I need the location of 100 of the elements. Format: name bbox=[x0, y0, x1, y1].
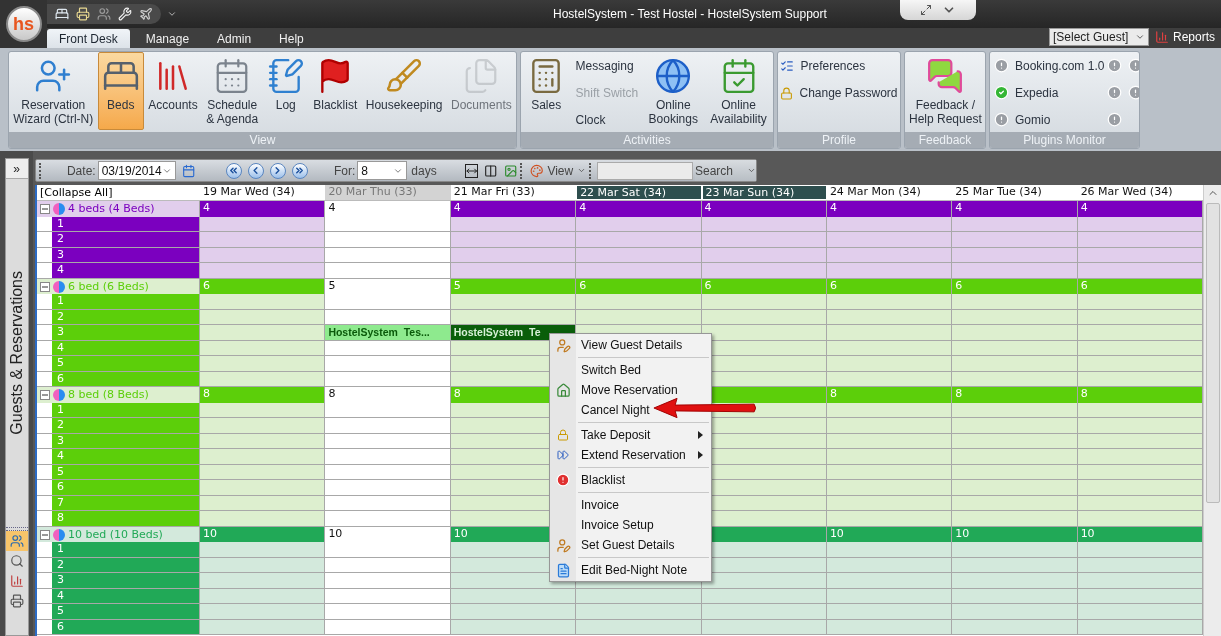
bed-night-cell[interactable] bbox=[576, 263, 702, 279]
plane-icon[interactable] bbox=[139, 7, 153, 21]
bed-night-cell[interactable] bbox=[325, 604, 451, 620]
previous-button[interactable] bbox=[247, 162, 264, 179]
bed-night-cell[interactable] bbox=[200, 511, 326, 527]
ribbon-button[interactable]: Sales bbox=[523, 52, 570, 130]
ribbon-tab[interactable]: Help bbox=[267, 29, 316, 48]
menu-item[interactable]: Blacklist bbox=[550, 470, 625, 490]
bed-night-cell[interactable] bbox=[1077, 449, 1203, 465]
ribbon-button[interactable]: Feedback / Help Request bbox=[905, 52, 985, 130]
bed-night-cell[interactable] bbox=[200, 542, 326, 558]
bed-night-cell[interactable] bbox=[450, 604, 577, 620]
bed-night-cell[interactable] bbox=[200, 325, 326, 341]
bed-night-cell[interactable] bbox=[826, 604, 953, 620]
bed-night-cell[interactable] bbox=[325, 356, 451, 372]
last-page-button[interactable] bbox=[291, 162, 308, 179]
bed-night-cell[interactable] bbox=[826, 356, 953, 372]
bed-night-cell[interactable] bbox=[1077, 325, 1203, 341]
ribbon-small-button[interactable]: Preferences bbox=[780, 56, 898, 76]
ribbon-button[interactable]: Online Bookings bbox=[644, 52, 702, 130]
bed-night-cell[interactable] bbox=[952, 294, 1078, 310]
bed-night-cell[interactable] bbox=[952, 604, 1078, 620]
bed-night-cell[interactable] bbox=[1077, 573, 1203, 589]
bed-night-cell[interactable] bbox=[325, 480, 451, 496]
bed-night-cell[interactable] bbox=[952, 325, 1078, 341]
guest-select[interactable]: [Select Guest] bbox=[1048, 28, 1149, 46]
reservation-bar[interactable]: HostelSystem Tes... bbox=[325, 325, 451, 341]
bed-night-cell[interactable] bbox=[325, 232, 451, 248]
collapse-all-link[interactable]: [Collapse All] bbox=[37, 185, 200, 200]
bed-night-cell[interactable] bbox=[826, 325, 953, 341]
bed-night-cell[interactable] bbox=[325, 263, 451, 279]
ribbon-collapse-tab[interactable] bbox=[899, 0, 976, 20]
bed-night-cell[interactable] bbox=[952, 449, 1078, 465]
collapse-icon[interactable] bbox=[40, 204, 50, 215]
bed-night-cell[interactable] bbox=[1077, 263, 1203, 279]
ribbon-small-button[interactable]: Change Password bbox=[780, 83, 898, 103]
first-page-button[interactable] bbox=[225, 162, 242, 179]
bed-night-cell[interactable] bbox=[450, 263, 577, 279]
bed-night-cell[interactable] bbox=[576, 604, 702, 620]
bed-night-cell[interactable] bbox=[701, 232, 827, 248]
bed-night-cell[interactable] bbox=[952, 356, 1078, 372]
bed-night-cell[interactable] bbox=[701, 604, 827, 620]
bed-night-cell[interactable] bbox=[701, 573, 827, 589]
view-dropdown[interactable]: View bbox=[547, 161, 587, 180]
ribbon-button[interactable]: Housekeeping bbox=[361, 52, 447, 130]
panel-tab[interactable] bbox=[5, 531, 28, 551]
bed-night-cell[interactable] bbox=[325, 294, 451, 310]
bed-night-cell[interactable] bbox=[200, 480, 326, 496]
bed-night-cell[interactable] bbox=[826, 480, 953, 496]
ribbon-small-button[interactable]: Clock bbox=[575, 110, 639, 130]
bed-night-cell[interactable] bbox=[325, 418, 451, 434]
bed-night-cell[interactable] bbox=[952, 573, 1078, 589]
bed-night-cell[interactable] bbox=[701, 263, 827, 279]
bed-night-cell[interactable] bbox=[952, 511, 1078, 527]
menu-item[interactable]: Invoice bbox=[550, 495, 620, 515]
bed-night-cell[interactable] bbox=[1077, 418, 1203, 434]
bed-icon[interactable] bbox=[55, 7, 69, 21]
bed-night-cell[interactable] bbox=[1077, 542, 1203, 558]
bed-night-cell[interactable] bbox=[1077, 356, 1203, 372]
ribbon-button[interactable]: Online Availability bbox=[706, 52, 771, 130]
bed-night-cell[interactable] bbox=[200, 294, 326, 310]
bed-night-cell[interactable] bbox=[1077, 511, 1203, 527]
ribbon-tab[interactable]: Admin bbox=[205, 29, 264, 48]
bed-night-cell[interactable] bbox=[325, 511, 451, 527]
collapse-icon[interactable] bbox=[40, 281, 50, 292]
vertical-scrollbar[interactable] bbox=[1203, 185, 1221, 636]
bed-night-cell[interactable] bbox=[200, 449, 326, 465]
bed-night-cell[interactable] bbox=[1077, 232, 1203, 248]
bed-night-cell[interactable] bbox=[826, 294, 953, 310]
ribbon-button[interactable]: Beds bbox=[97, 52, 144, 130]
bed-night-cell[interactable] bbox=[952, 542, 1078, 558]
bed-night-cell[interactable] bbox=[1077, 294, 1203, 310]
bed-night-cell[interactable] bbox=[325, 449, 451, 465]
ribbon-tab[interactable]: Front Desk bbox=[47, 29, 130, 48]
menu-item[interactable]: Switch Bed bbox=[550, 360, 642, 380]
menu-item[interactable]: Edit Bed-Night Note bbox=[550, 560, 688, 580]
menu-item[interactable]: Take Deposit bbox=[550, 425, 711, 445]
bed-night-cell[interactable] bbox=[200, 263, 326, 279]
expand-panel-button[interactable]: » bbox=[5, 159, 28, 179]
bed-night-cell[interactable] bbox=[325, 573, 451, 589]
wrench-icon[interactable] bbox=[118, 7, 132, 21]
search-field[interactable] bbox=[597, 161, 693, 180]
bed-night-cell[interactable] bbox=[826, 573, 953, 589]
ribbon-button[interactable]: Log bbox=[262, 52, 309, 130]
bed-night-cell[interactable] bbox=[200, 604, 326, 620]
customize-caret-icon[interactable] bbox=[167, 9, 177, 19]
columns-icon[interactable] bbox=[484, 163, 498, 178]
bed-night-cell[interactable] bbox=[952, 232, 1078, 248]
collapse-icon[interactable] bbox=[40, 390, 50, 401]
bed-night-cell[interactable] bbox=[826, 449, 953, 465]
next-button[interactable] bbox=[269, 162, 286, 179]
bed-night-cell[interactable] bbox=[200, 418, 326, 434]
bed-night-cell[interactable] bbox=[1077, 480, 1203, 496]
ribbon-button[interactable]: Schedule & Agenda bbox=[202, 52, 263, 130]
ribbon-button[interactable]: Reservation Wizard (Ctrl-N) bbox=[9, 52, 98, 130]
bed-night-cell[interactable] bbox=[826, 263, 953, 279]
bed-night-cell[interactable] bbox=[826, 418, 953, 434]
days-field[interactable]: 8 bbox=[357, 161, 408, 180]
bed-night-cell[interactable] bbox=[450, 294, 577, 310]
bed-night-cell[interactable] bbox=[826, 511, 953, 527]
